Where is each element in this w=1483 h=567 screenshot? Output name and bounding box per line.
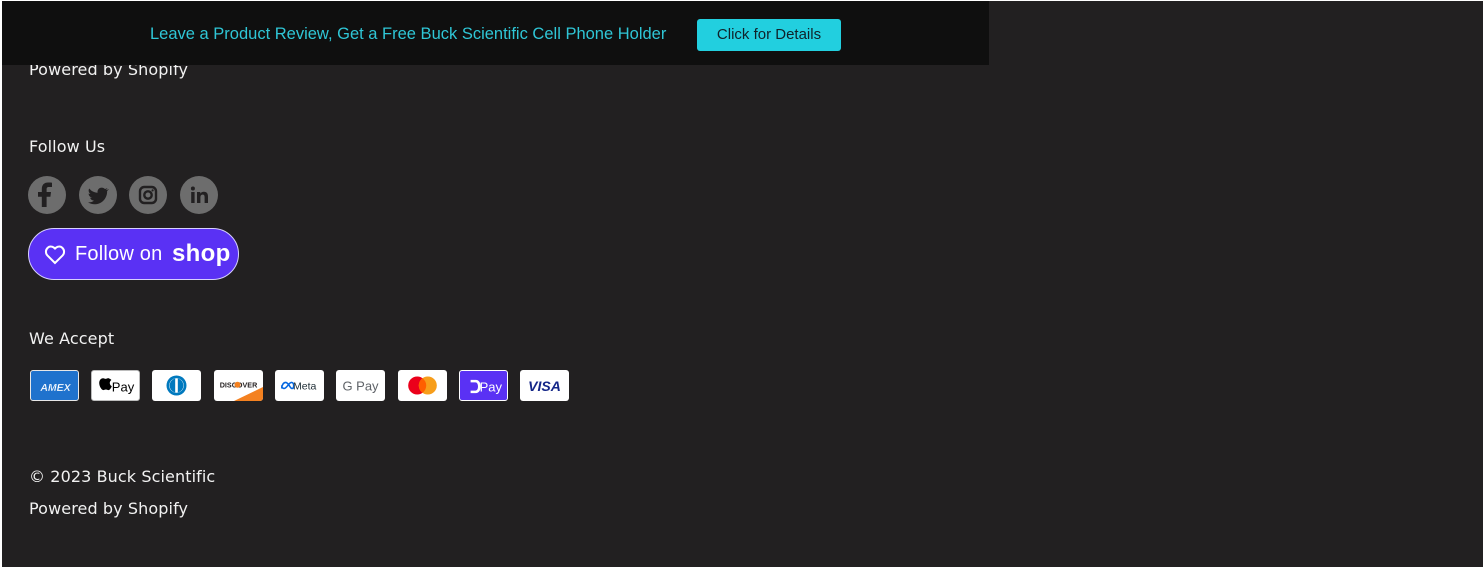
visa-mark: VISA xyxy=(528,378,561,394)
instagram-link[interactable] xyxy=(129,176,167,214)
footer-section: Powered by Shopify Leave a Product Revie… xyxy=(2,1,1483,567)
we-accept-heading: We Accept xyxy=(29,329,115,348)
follow-on-label: Follow on xyxy=(75,243,163,265)
linkedin-link[interactable] xyxy=(180,176,218,214)
twitter-icon xyxy=(88,187,110,205)
shop-pay-card-icon: Pay xyxy=(459,370,508,401)
mastercard-card-icon xyxy=(398,370,447,401)
heart-icon xyxy=(44,245,66,265)
visa-card-icon: VISA xyxy=(520,370,569,401)
google-pay-mark: G Pay xyxy=(342,379,379,394)
facebook-link[interactable] xyxy=(28,176,66,214)
meta-pay-card-icon: Meta xyxy=(275,370,324,401)
announcement-bar: Leave a Product Review, Get a Free Buck … xyxy=(2,1,989,65)
shop-pay-mark: Pay xyxy=(480,379,503,394)
diners-club-card-icon xyxy=(152,370,201,401)
click-for-details-button[interactable]: Click for Details xyxy=(697,19,841,51)
apple-pay-mark: Pay xyxy=(112,380,135,395)
american-express-card-icon: AMEX xyxy=(30,370,79,401)
discover-card-icon: DISCOVER xyxy=(214,370,263,401)
meta-mark: Meta xyxy=(293,381,317,393)
apple-pay-card-icon: Pay xyxy=(91,370,140,401)
google-pay-card-icon: G Pay xyxy=(336,370,385,401)
twitter-link[interactable] xyxy=(79,176,117,214)
facebook-icon xyxy=(38,182,52,207)
copyright-text: © 2023 Buck Scientific xyxy=(29,467,216,486)
instagram-icon xyxy=(138,185,158,205)
announcement-text: Leave a Product Review, Get a Free Buck … xyxy=(150,25,667,43)
follow-us-heading: Follow Us xyxy=(29,137,106,156)
amex-mark: AMEX xyxy=(39,382,71,394)
powered-by-shopify-link[interactable]: Powered by Shopify xyxy=(29,499,188,518)
follow-on-shop-button[interactable]: Follow on shop xyxy=(28,228,239,280)
shop-wordmark: shop xyxy=(172,240,231,267)
linkedin-icon xyxy=(190,186,208,203)
